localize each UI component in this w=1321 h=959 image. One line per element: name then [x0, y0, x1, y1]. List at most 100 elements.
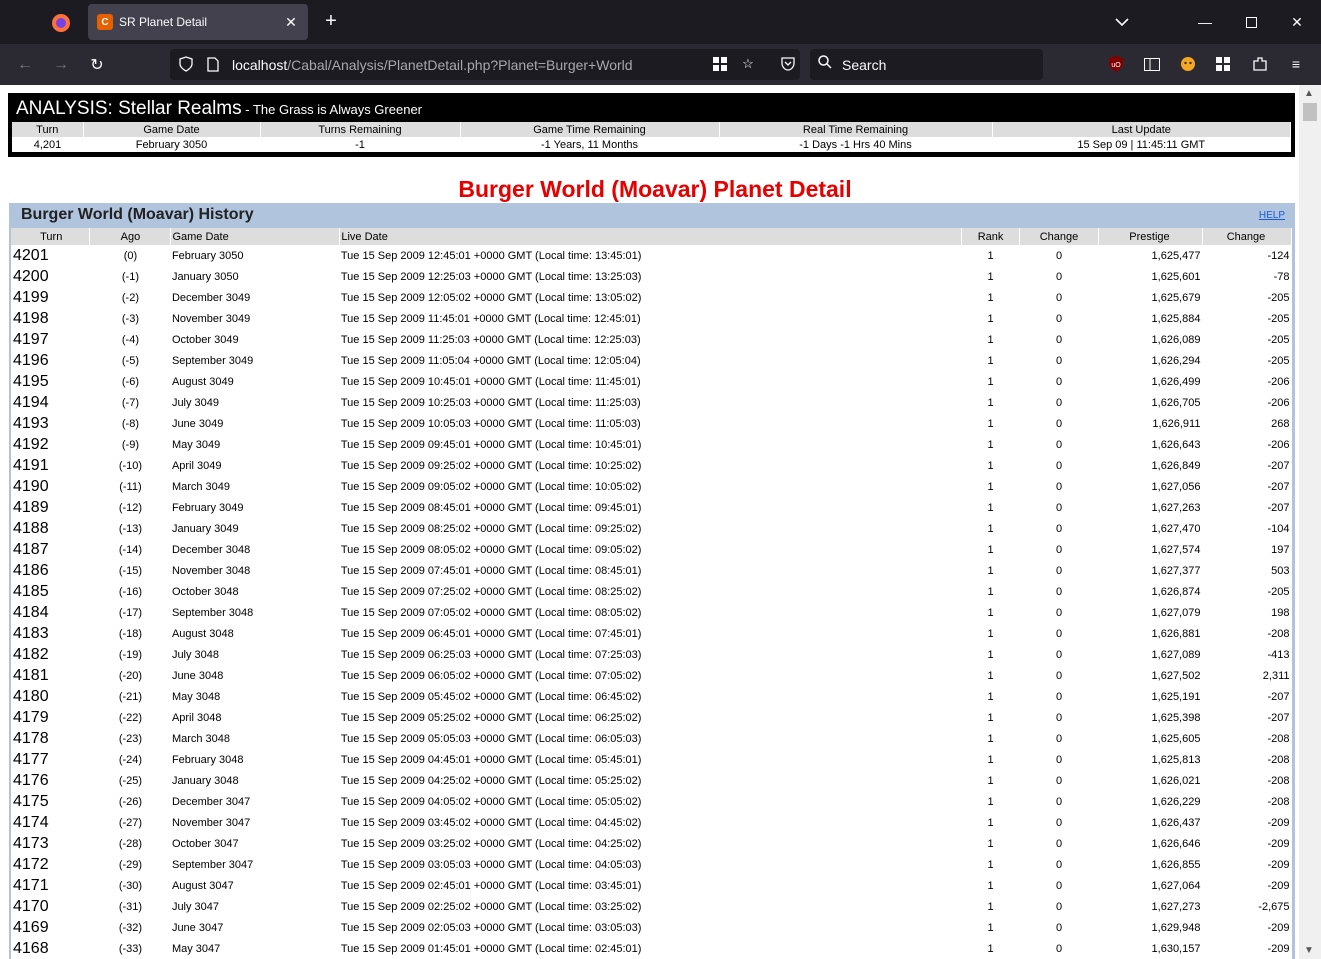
row-ago: (-3) — [121, 312, 139, 325]
row-prestige-change: -205 — [1267, 291, 1290, 304]
scroll-up-icon[interactable]: ▲ — [1304, 88, 1314, 99]
tab-sr-planet-detail[interactable]: C SR Planet Detail ✕ — [88, 4, 308, 40]
row-live-date: Tue 15 Sep 2009 10:05:03 +0000 GMT (Loca… — [340, 417, 641, 430]
row-rank: 1 — [987, 648, 994, 661]
row-prestige-change: -209 — [1267, 816, 1290, 829]
page-scrollbar[interactable]: ▲ ▼ — [1299, 85, 1321, 959]
summary-header-real-time-remaining: Real Time Remaining — [719, 122, 993, 137]
forward-button[interactable]: → — [48, 52, 74, 78]
row-rank-change: 0 — [1055, 375, 1063, 388]
row-game-date: September 3048 — [171, 606, 254, 619]
maximize-button[interactable] — [1239, 10, 1263, 34]
scrollbar-thumb[interactable] — [1303, 103, 1317, 121]
table-row: 4177 (-24) February 3048 Tue 15 Sep 2009 04… — [11, 749, 1292, 770]
row-live-date: Tue 15 Sep 2009 02:05:03 +0000 GMT (Loca… — [340, 921, 642, 934]
row-prestige-change: -208 — [1267, 795, 1290, 808]
row-ago: (-2) — [121, 291, 139, 304]
row-prestige: 1,627,273 — [1151, 900, 1201, 913]
row-rank: 1 — [987, 438, 994, 451]
row-game-date: June 3049 — [171, 417, 224, 430]
row-rank-change: 0 — [1055, 690, 1063, 703]
row-prestige: 1,627,377 — [1151, 564, 1201, 577]
row-game-date: January 3049 — [171, 522, 239, 535]
row-prestige-change: 268 — [1271, 417, 1290, 430]
row-game-date: April 3048 — [171, 711, 222, 724]
row-ago: (-26) — [118, 795, 143, 808]
row-rank: 1 — [987, 333, 994, 346]
row-prestige-change: -205 — [1267, 585, 1290, 598]
row-prestige-change: -208 — [1267, 627, 1290, 640]
row-game-date: December 3049 — [171, 291, 251, 304]
row-rank: 1 — [987, 627, 994, 640]
row-ago: (-18) — [118, 627, 143, 640]
row-ago: (-1) — [121, 270, 139, 283]
help-link[interactable]: HELP — [1259, 210, 1285, 221]
row-rank-change: 0 — [1055, 648, 1063, 661]
analysis-banner: ANALYSIS: Stellar Realms - The Grass is … — [8, 93, 1295, 157]
row-prestige-change: -207 — [1267, 459, 1290, 472]
row-rank-change: 0 — [1055, 753, 1063, 766]
table-row: 4180 (-21) May 3048 Tue 15 Sep 2009 05:45:0… — [11, 686, 1292, 707]
reload-button[interactable]: ↻ — [84, 52, 110, 78]
address-bar[interactable]: localhost/Cabal/Analysis/PlanetDetail.ph… — [170, 49, 800, 80]
ublock-origin-icon[interactable]: uO — [1104, 52, 1128, 76]
tab-close-icon[interactable]: ✕ — [282, 13, 300, 31]
row-prestige-change: -209 — [1267, 837, 1290, 850]
row-ago: (-13) — [118, 522, 143, 535]
row-turn: 4174 — [13, 813, 49, 831]
row-turn: 4195 — [13, 372, 49, 390]
search-bar[interactable]: Search — [810, 49, 1043, 80]
bookmark-star-icon[interactable]: ☆ — [738, 54, 758, 74]
table-row: 4200 (-1) January 3050 Tue 15 Sep 2009 12:2… — [11, 266, 1292, 287]
col-ago: Ago — [89, 228, 172, 245]
row-turn: 4187 — [13, 540, 49, 558]
row-turn: 4186 — [13, 561, 49, 579]
firefox-menu-icon[interactable] — [48, 10, 74, 36]
scroll-down-icon[interactable]: ▼ — [1304, 945, 1314, 956]
row-live-date: Tue 15 Sep 2009 01:45:01 +0000 GMT (Loca… — [340, 942, 642, 955]
row-turn: 4198 — [13, 309, 49, 327]
url-text[interactable]: localhost/Cabal/Analysis/PlanetDetail.ph… — [232, 57, 633, 73]
row-game-date: February 3049 — [171, 501, 244, 514]
row-prestige: 1,626,294 — [1151, 354, 1201, 367]
row-rank: 1 — [987, 396, 994, 409]
reader-view-icon[interactable] — [1140, 52, 1164, 76]
row-ago: (-16) — [118, 585, 143, 598]
shield-icon[interactable] — [176, 54, 196, 74]
row-prestige-change: -124 — [1267, 249, 1290, 262]
row-prestige-change: -208 — [1267, 753, 1290, 766]
history-rows: 4201 (0) February 3050 Tue 15 Sep 2009 12:4… — [11, 245, 1292, 959]
pocket-icon[interactable] — [776, 52, 800, 76]
extensions-grid-icon[interactable] — [1211, 52, 1235, 76]
row-turn: 4172 — [13, 855, 49, 873]
row-prestige-change: -207 — [1267, 711, 1290, 724]
row-rank-change: 0 — [1055, 564, 1063, 577]
tab-list-chevron-icon[interactable] — [1110, 10, 1134, 34]
row-rank-change: 0 — [1055, 900, 1063, 913]
row-ago: (-23) — [118, 732, 143, 745]
row-prestige: 1,627,574 — [1151, 543, 1201, 556]
hamburger-menu-icon[interactable]: ≡ — [1284, 52, 1308, 76]
extension-fox-icon[interactable] — [1176, 52, 1200, 76]
row-game-date: January 3048 — [171, 774, 239, 787]
row-rank-change: 0 — [1055, 816, 1063, 829]
row-ago: (-22) — [118, 711, 143, 724]
minimize-button[interactable]: — — [1193, 10, 1217, 34]
puzzle-extensions-icon[interactable] — [1248, 52, 1272, 76]
page-content: ANALYSIS: Stellar Realms - The Grass is … — [0, 85, 1321, 959]
row-rank-change: 0 — [1055, 270, 1063, 283]
close-window-button[interactable]: ✕ — [1285, 10, 1309, 34]
grid-apps-icon[interactable] — [710, 54, 730, 74]
table-row: 4170 (-31) July 3047 Tue 15 Sep 2009 02:25:… — [11, 896, 1292, 917]
table-row: 4193 (-8) June 3049 Tue 15 Sep 2009 10:05:0… — [11, 413, 1292, 434]
new-tab-button[interactable]: + — [320, 10, 342, 32]
row-turn: 4188 — [13, 519, 49, 537]
row-rank-change: 0 — [1055, 501, 1063, 514]
analysis-subtitle: - The Grass is Always Greener — [241, 102, 422, 117]
row-rank: 1 — [987, 522, 994, 535]
page-info-icon[interactable] — [203, 54, 223, 74]
back-button[interactable]: ← — [12, 52, 38, 78]
col-prestige-change: Change — [1202, 228, 1293, 245]
row-prestige: 1,625,398 — [1151, 711, 1201, 724]
row-rank-change: 0 — [1055, 291, 1063, 304]
